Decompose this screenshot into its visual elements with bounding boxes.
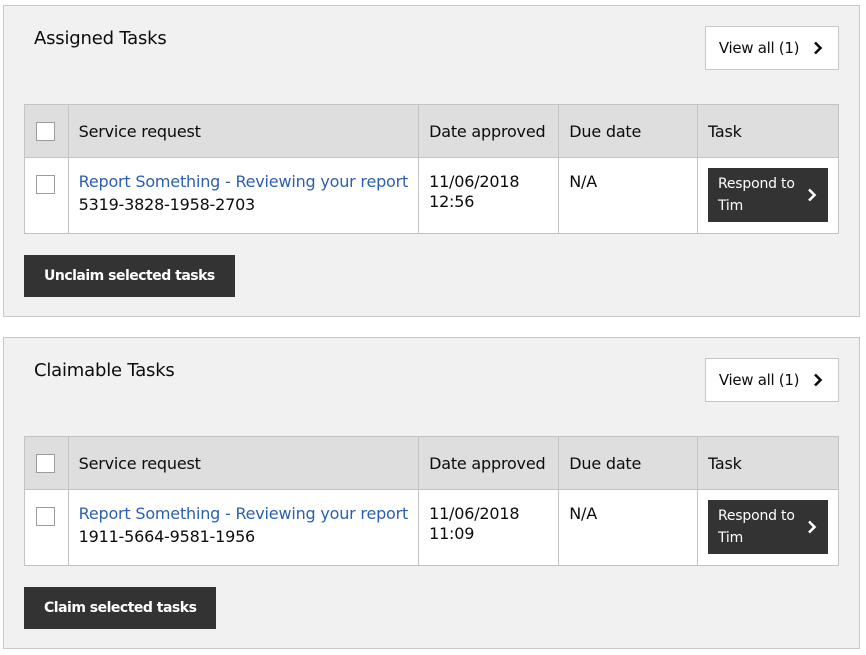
table-header-row: Service request Date approved Due date T… (24, 436, 840, 490)
reference-number: 1911-5664-9581-1956 (78, 527, 256, 546)
claimable-tasks-table: Service request Date approved Due date T… (24, 436, 840, 566)
service-request-link[interactable]: Report Something - Reviewing your report (79, 504, 409, 524)
table-row: Report Something - Reviewing your report… (24, 157, 840, 234)
task-cell: Respond to Tim (696, 157, 840, 234)
chevron-right-icon (814, 41, 823, 55)
date-approved-date: 11/06/2018 (429, 504, 520, 523)
view-all-label: View all (1) (718, 371, 800, 389)
date-approved-cell: 11/06/2018 12:56 (418, 157, 560, 234)
row-select-cell (24, 489, 69, 566)
chevron-right-icon (808, 188, 817, 202)
service-request-link[interactable]: Report Something - Reviewing your report (79, 172, 409, 192)
column-header-date-approved: Date approved (418, 104, 560, 158)
respond-button[interactable]: Respond to Tim (707, 500, 828, 554)
column-header-service-request: Service request (67, 104, 420, 158)
respond-button[interactable]: Respond to Tim (707, 168, 828, 222)
panel-title: Claimable Tasks (34, 360, 175, 381)
panel-title: Assigned Tasks (34, 28, 167, 49)
table-row: Report Something - Reviewing your report… (24, 489, 840, 566)
view-all-button[interactable]: View all (1) (705, 26, 839, 70)
assigned-tasks-table: Service request Date approved Due date T… (24, 104, 840, 234)
select-all-cell (24, 436, 69, 490)
column-header-task: Task (696, 436, 840, 490)
chevron-right-icon (808, 520, 817, 534)
date-approved-time: 11:09 (429, 524, 475, 543)
column-header-service-request: Service request (67, 436, 420, 490)
select-all-checkbox[interactable] (36, 121, 55, 141)
date-approved-time: 12:56 (429, 192, 475, 211)
chevron-right-icon (814, 373, 823, 387)
unclaim-selected-tasks-button[interactable]: Unclaim selected tasks (24, 255, 235, 297)
select-all-cell (24, 104, 69, 158)
view-all-label: View all (1) (718, 39, 800, 57)
row-checkbox[interactable] (36, 175, 55, 194)
due-date-cell: N/A (558, 489, 698, 566)
service-request-cell: Report Something - Reviewing your report… (67, 157, 420, 234)
table-header-row: Service request Date approved Due date T… (24, 104, 840, 158)
date-approved-cell: 11/06/2018 11:09 (418, 489, 560, 566)
assigned-tasks-panel: Assigned Tasks View all (1) Service requ… (3, 5, 860, 317)
row-checkbox[interactable] (36, 507, 55, 526)
respond-button-label: Respond to Tim (717, 176, 795, 214)
column-header-due-date: Due date (558, 104, 698, 158)
service-request-cell: Report Something - Reviewing your report… (67, 489, 420, 566)
row-select-cell (24, 157, 69, 234)
date-approved-date: 11/06/2018 (429, 172, 520, 191)
column-header-task: Task (696, 104, 840, 158)
view-all-button[interactable]: View all (1) (705, 358, 839, 402)
select-all-checkbox[interactable] (36, 453, 55, 473)
due-date-cell: N/A (558, 157, 698, 234)
claim-selected-tasks-button[interactable]: Claim selected tasks (24, 587, 217, 629)
task-cell: Respond to Tim (696, 489, 840, 566)
reference-number: 5319-3828-1958-2703 (78, 195, 256, 214)
claimable-tasks-panel: Claimable Tasks View all (1) Service req… (3, 337, 860, 649)
column-header-date-approved: Date approved (418, 436, 560, 490)
respond-button-label: Respond to Tim (717, 508, 795, 546)
column-header-due-date: Due date (558, 436, 698, 490)
